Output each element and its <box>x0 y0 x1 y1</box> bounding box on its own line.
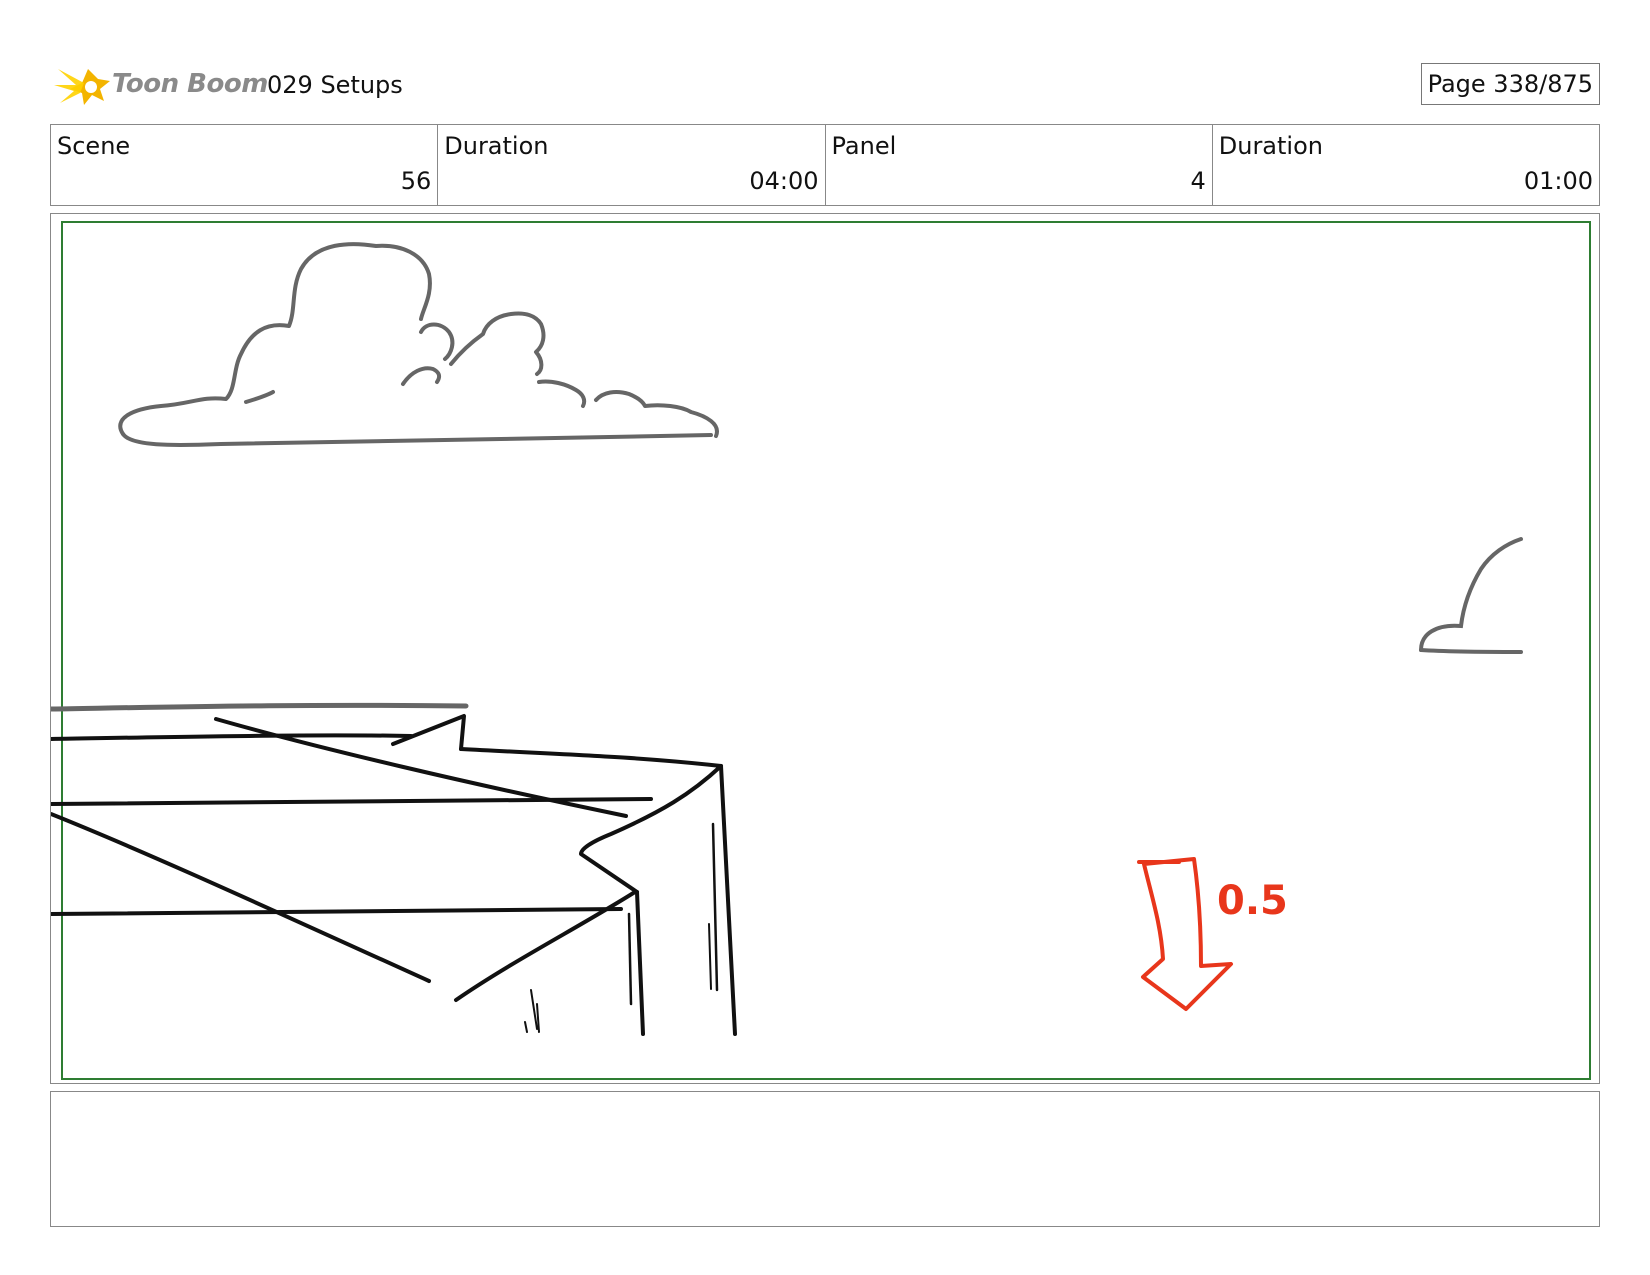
panel-duration-value: 01:00 <box>1523 167 1593 195</box>
scene-duration-value: 04:00 <box>749 167 819 195</box>
starburst-icon <box>54 69 110 105</box>
cloud-sketch <box>118 242 719 447</box>
page-indicator: Page 338/875 <box>1420 63 1600 105</box>
scene-value: 56 <box>400 167 432 195</box>
building-sketch <box>51 702 737 1036</box>
project-title: 029 Setups <box>267 71 403 99</box>
scene-label: Scene <box>57 132 131 160</box>
scene-duration-label: Duration <box>444 132 549 160</box>
storyboard-panel: 0.5 <box>50 213 1600 1084</box>
scene-duration-cell: Duration 04:00 <box>438 125 826 205</box>
panel-notes-box <box>50 1091 1600 1227</box>
panel-value: 4 <box>1190 167 1206 195</box>
panel-duration-cell: Duration 01:00 <box>1213 125 1599 205</box>
panel-drawing: 0.5 <box>51 221 1591 1080</box>
page-header: Toon Boom 029 Setups Page 338/875 <box>50 55 1600 115</box>
scene-cell: Scene 56 <box>51 125 439 205</box>
safe-frame <box>61 221 1591 1080</box>
toon-boom-logo: Toon Boom <box>54 59 268 115</box>
scene-info-table: Scene 56 Duration 04:00 Panel 4 Duration… <box>50 124 1600 206</box>
speed-annotation-text: 0.5 <box>1217 878 1288 924</box>
logo-text: Toon Boom <box>112 69 268 99</box>
panel-duration-label: Duration <box>1218 132 1323 160</box>
panel-cell: Panel 4 <box>826 125 1213 205</box>
panel-label: Panel <box>831 132 897 160</box>
cloud-sketch-right <box>1419 537 1523 654</box>
